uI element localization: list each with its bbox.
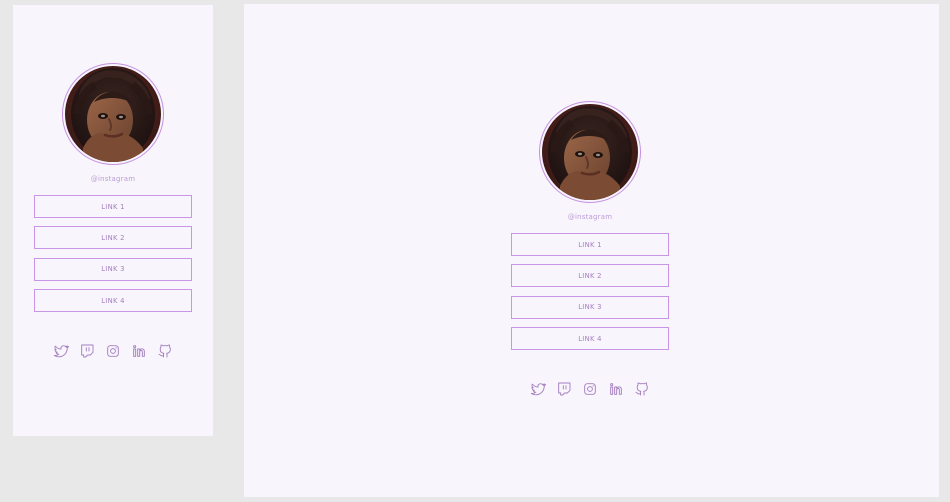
- link-2-button[interactable]: LINK 2: [34, 226, 192, 250]
- twitch-icon[interactable]: [556, 381, 572, 397]
- social-links: [53, 343, 173, 359]
- instagram-icon[interactable]: [105, 343, 121, 359]
- twitch-icon[interactable]: [79, 343, 95, 359]
- github-icon[interactable]: [634, 381, 650, 397]
- links-list: LINK 1 LINK 2 LINK 3 LINK 4: [34, 195, 192, 313]
- avatar-frame: [539, 101, 641, 203]
- desktop-preview-panel: @instagram LINK 1 LINK 2 LINK 3 LINK 4: [244, 4, 939, 497]
- instagram-icon[interactable]: [582, 381, 598, 397]
- profile-card: @instagram LINK 1 LINK 2 LINK 3 LINK 4: [13, 63, 213, 359]
- avatar: [65, 66, 161, 162]
- link-1-button[interactable]: LINK 1: [34, 195, 192, 218]
- instagram-handle: @instagram: [567, 213, 613, 221]
- twitter-icon[interactable]: [53, 343, 69, 359]
- social-links: [530, 381, 650, 397]
- avatar: [542, 104, 638, 200]
- link-2-button[interactable]: LINK 2: [511, 264, 669, 288]
- link-3-button[interactable]: LINK 3: [34, 257, 192, 281]
- github-icon[interactable]: [157, 343, 173, 359]
- mobile-preview-panel: @instagram LINK 1 LINK 2 LINK 3 LINK 4: [13, 5, 213, 436]
- linkedin-icon[interactable]: [131, 343, 147, 359]
- avatar-frame: [62, 63, 164, 165]
- link-4-button[interactable]: LINK 4: [511, 327, 669, 351]
- twitter-icon[interactable]: [530, 381, 546, 397]
- link-4-button[interactable]: LINK 4: [34, 289, 192, 313]
- links-list: LINK 1 LINK 2 LINK 3 LINK 4: [511, 233, 669, 351]
- instagram-handle: @instagram: [90, 175, 136, 183]
- profile-card: @instagram LINK 1 LINK 2 LINK 3 LINK 4: [490, 101, 690, 397]
- link-3-button[interactable]: LINK 3: [511, 295, 669, 319]
- link-1-button[interactable]: LINK 1: [511, 233, 669, 256]
- linkedin-icon[interactable]: [608, 381, 624, 397]
